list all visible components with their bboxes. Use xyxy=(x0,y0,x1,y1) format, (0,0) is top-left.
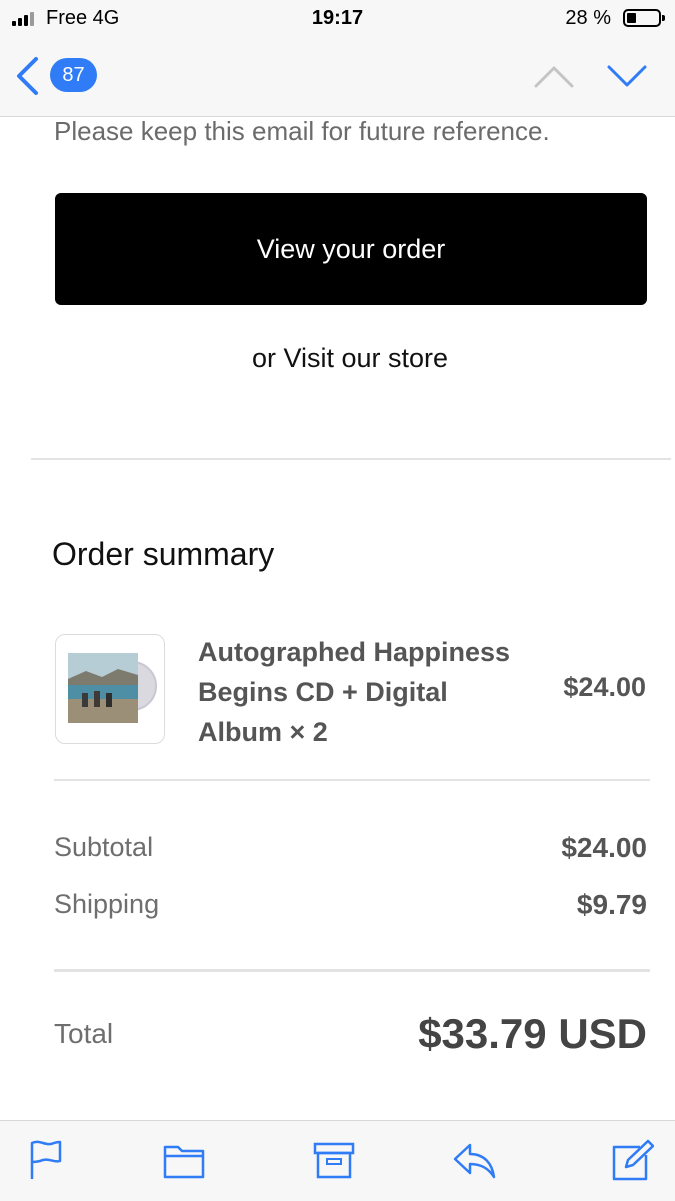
total-label: Total xyxy=(54,1018,114,1049)
item-name: Autographed Happiness Begins CD + Digita… xyxy=(198,637,511,747)
product-thumbnail xyxy=(55,634,165,744)
flag-icon[interactable] xyxy=(24,1139,68,1181)
chevron-left-icon[interactable] xyxy=(14,56,40,96)
view-order-button[interactable]: View your order xyxy=(55,193,647,305)
reply-icon[interactable] xyxy=(452,1139,496,1181)
folder-icon[interactable] xyxy=(162,1139,206,1181)
order-summary-heading: Order summary xyxy=(52,536,275,572)
item-price: $24.00 xyxy=(563,672,646,702)
unread-count-badge[interactable]: 87 xyxy=(50,58,97,92)
album-cover-image xyxy=(68,653,157,723)
visit-store-link[interactable]: or Visit our store xyxy=(0,343,675,374)
keep-email-note: Please keep this email for future refere… xyxy=(54,116,550,146)
battery-percentage: 28 % xyxy=(565,7,611,29)
shipping-label: Shipping xyxy=(54,889,160,919)
subtotal-value: $24.00 xyxy=(561,832,647,863)
status-bar: Free 4G 19:17 28 % xyxy=(0,0,675,38)
compose-icon[interactable] xyxy=(610,1139,654,1181)
total-value: $33.79 USD xyxy=(418,1010,647,1057)
subtotal-label: Subtotal xyxy=(54,832,154,862)
chevron-down-icon[interactable] xyxy=(606,62,648,90)
divider xyxy=(54,969,650,972)
battery-icon xyxy=(623,9,665,27)
archive-icon[interactable] xyxy=(312,1139,356,1181)
divider xyxy=(54,779,650,781)
divider xyxy=(31,458,671,460)
shipping-value: $9.79 xyxy=(576,889,647,920)
chevron-up-icon[interactable] xyxy=(533,62,575,90)
mail-nav-bar: 87 xyxy=(0,38,675,117)
mail-toolbar xyxy=(0,1120,675,1201)
